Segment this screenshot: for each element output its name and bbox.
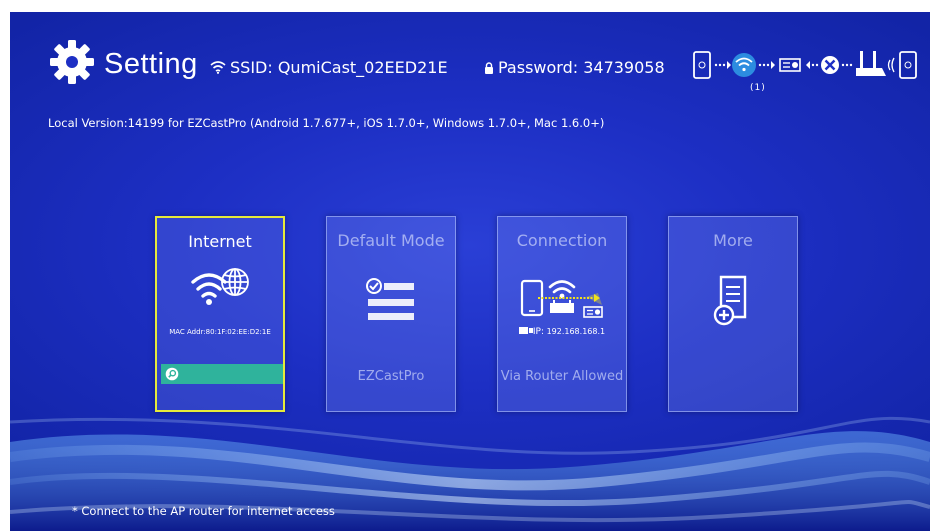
tile-title: Connection	[516, 231, 608, 250]
disconnected-icon	[821, 56, 839, 74]
projector-mini-icon	[518, 327, 533, 334]
tile-title: More	[713, 231, 753, 250]
header: Setting SSID: QumiCast_02EED21E Password…	[10, 12, 930, 122]
mode-list-icon	[327, 277, 455, 333]
lock-icon	[485, 62, 493, 74]
wifi-icon	[210, 61, 226, 74]
tile-more[interactable]: More	[668, 216, 798, 412]
ssid-info: SSID: QumiCast_02EED21E	[210, 58, 448, 77]
password-info: Password: 34739058	[484, 58, 665, 77]
tile-internet[interactable]: Internet MAC Addr:80:1F:02:EE:D2:1E	[155, 216, 285, 412]
footer-note: * Connect to the AP router for internet …	[72, 504, 335, 518]
projector-icon	[779, 58, 801, 72]
search-icon	[165, 367, 179, 381]
connected-count: (1)	[750, 83, 766, 93]
password-text: Password: 34739058	[498, 58, 665, 77]
setting-screen: Setting SSID: QumiCast_02EED21E Password…	[10, 12, 930, 531]
network-diagram	[693, 51, 917, 79]
gear-icon	[50, 40, 94, 84]
ip-label: IP:	[532, 327, 545, 337]
scan-button[interactable]	[161, 364, 283, 384]
tile-title: Default Mode	[337, 231, 445, 250]
tile-subtitle: Via Router Allowed	[500, 369, 624, 384]
ip-address: IP: 192.168.168.1	[498, 327, 626, 337]
wifi-hotspot-icon	[732, 53, 756, 77]
phone-icon	[899, 51, 917, 79]
phone-icon	[693, 51, 711, 79]
tile-default-mode[interactable]: Default Mode EZCastPro	[326, 216, 456, 412]
version-info: Local Version:14199 for EZCastPro (Andro…	[48, 116, 605, 130]
tile-subtitle: EZCastPro	[357, 369, 425, 384]
mac-address: MAC Addr:80:1F:02:EE:D2:1E	[169, 328, 271, 336]
wifi-globe-icon	[157, 266, 283, 312]
ip-value: 192.168.168.1	[546, 327, 606, 336]
page-title: Setting	[104, 48, 198, 80]
document-add-icon	[669, 273, 797, 333]
tile-title: Internet	[188, 232, 252, 251]
tile-connection[interactable]: Connection IP: 192.168.168.1 Via Router …	[497, 216, 627, 412]
router-connection-icon	[498, 273, 626, 327]
router-icon	[856, 51, 886, 76]
ssid-text: SSID: QumiCast_02EED21E	[230, 58, 448, 77]
